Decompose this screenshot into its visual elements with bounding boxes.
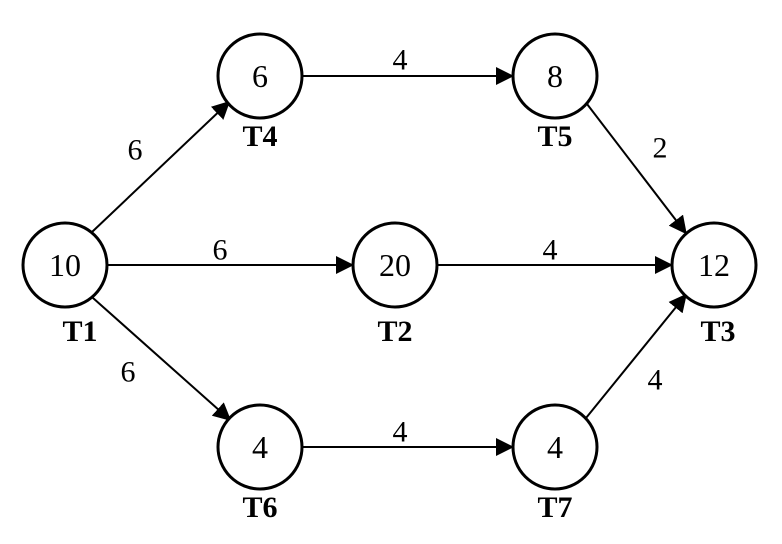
node-T4: 6 T4: [218, 34, 302, 153]
node-value-T5: 8: [547, 58, 563, 94]
node-label-T1: T1: [62, 315, 97, 348]
edge-T1-T2: 6: [107, 234, 351, 267]
edge-weight-T6-T7: 4: [393, 416, 408, 449]
node-T3: 12 T3: [672, 223, 756, 348]
node-label-T7: T7: [537, 491, 572, 524]
node-label-T5: T5: [537, 120, 572, 153]
edge-weight-T5-T3: 2: [653, 132, 668, 165]
node-label-T2: T2: [377, 315, 412, 348]
node-label-T6: T6: [242, 491, 277, 524]
edge-weight-T4-T5: 4: [393, 44, 408, 77]
node-value-T1: 10: [49, 247, 81, 283]
edge-T4-T5: 4: [302, 44, 511, 77]
edge-T2-T3: 4: [437, 234, 670, 267]
node-label-T4: T4: [242, 120, 277, 153]
node-T6: 4 T6: [218, 405, 302, 524]
node-value-T4: 6: [252, 58, 268, 94]
edge-T7-T3: 4: [586, 296, 685, 418]
edge-weight-T1-T6: 6: [121, 356, 136, 389]
edge-T6-T7: 4: [302, 416, 511, 449]
edge-weight-T1-T2: 6: [213, 234, 228, 267]
edge-weight-T2-T3: 4: [543, 234, 558, 267]
node-value-T7: 4: [547, 429, 563, 465]
task-graph-diagram: 6 4 2 6 4 6 4 4 10 T1 6 T4 8: [0, 0, 782, 544]
edge-T1-T4: 6: [92, 103, 228, 232]
node-value-T6: 4: [252, 429, 268, 465]
edge-T1-T6: 6: [93, 298, 229, 419]
node-T5: 8 T5: [513, 34, 597, 153]
node-T1: 10 T1: [23, 223, 107, 348]
node-value-T2: 20: [379, 247, 411, 283]
node-T7: 4 T7: [513, 405, 597, 524]
node-label-T3: T3: [700, 315, 735, 348]
edge-T5-T3: 2: [587, 104, 685, 232]
edge-weight-T1-T4: 6: [128, 134, 143, 167]
edge-weight-T7-T3: 4: [648, 364, 663, 397]
node-value-T3: 12: [698, 247, 730, 283]
node-T2: 20 T2: [353, 223, 437, 348]
